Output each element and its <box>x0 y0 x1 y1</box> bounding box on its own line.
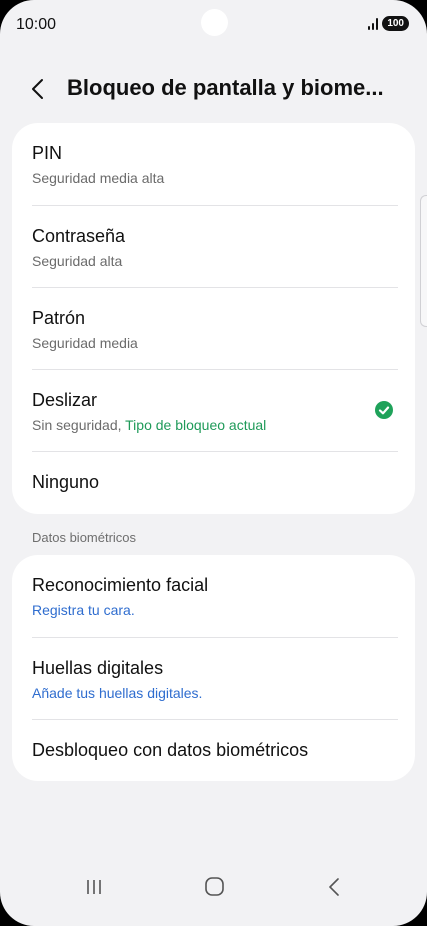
status-icons: 100 <box>368 16 409 31</box>
lock-option-pattern[interactable]: Patrón Seguridad media <box>12 288 415 369</box>
front-camera <box>201 9 228 36</box>
lock-option-title: PIN <box>32 143 63 163</box>
lock-option-title: Contraseña <box>32 226 126 246</box>
face-recognition-item[interactable]: Reconocimiento facial Registra tu cara. <box>12 555 415 637</box>
lock-option-title: Patrón <box>32 308 86 328</box>
lock-option-security-level: Sin seguridad, <box>32 417 126 433</box>
lock-type-card: PIN Seguridad media alta Contraseña Segu… <box>12 123 415 514</box>
lock-option-subtitle: Seguridad alta <box>32 253 123 269</box>
recents-icon <box>87 880 101 894</box>
current-lock-type-label: Tipo de bloqueo actual <box>125 417 267 433</box>
biometric-subtitle: Registra tu cara. <box>32 602 135 618</box>
biometric-subtitle: Añade tus huellas digitales. <box>32 685 203 701</box>
lock-option-subtitle: Seguridad media alta <box>32 170 165 186</box>
page-title: Bloqueo de pantalla y biome... <box>67 75 384 100</box>
biometric-title: Desbloqueo con datos biométricos <box>32 740 309 760</box>
biometrics-section-title: Datos biométricos <box>32 530 137 545</box>
lock-option-swipe[interactable]: Deslizar Sin seguridad, Tipo de bloqueo … <box>12 370 415 451</box>
phone-screen: 10:00 100 Bloqueo de pantalla y biome...… <box>0 0 427 926</box>
status-bar: 10:00 100 <box>0 0 427 52</box>
navigation-bar <box>0 850 427 926</box>
home-icon <box>205 877 224 896</box>
battery-icon: 100 <box>382 16 409 31</box>
chevron-left-icon <box>32 79 43 99</box>
status-time: 10:00 <box>16 16 57 33</box>
scroll-indicator[interactable] <box>420 195 427 327</box>
signal-icon <box>368 17 379 30</box>
home-button[interactable] <box>194 872 234 902</box>
back-icon <box>329 878 339 896</box>
lock-option-title: Deslizar <box>32 390 98 410</box>
lock-option-none[interactable]: Ninguno <box>12 452 415 514</box>
lock-option-password[interactable]: Contraseña Seguridad alta <box>12 206 415 287</box>
back-button[interactable] <box>26 76 52 102</box>
system-back-button[interactable] <box>314 872 354 902</box>
lock-option-pin[interactable]: PIN Seguridad media alta <box>12 123 415 205</box>
biometrics-card: Reconocimiento facial Registra tu cara. … <box>12 555 415 781</box>
lock-option-subtitle: Sin seguridad, Tipo de bloqueo actual <box>32 417 266 433</box>
lock-option-subtitle: Seguridad media <box>32 335 138 351</box>
biometric-title: Huellas digitales <box>32 658 164 678</box>
fingerprints-item[interactable]: Huellas digitales Añade tus huellas digi… <box>12 638 415 719</box>
biometric-unlock-item[interactable]: Desbloqueo con datos biométricos <box>12 720 415 781</box>
biometric-title: Reconocimiento facial <box>32 575 209 595</box>
check-circle-icon <box>375 401 393 419</box>
app-header: Bloqueo de pantalla y biome... <box>0 70 427 110</box>
recents-button[interactable] <box>74 872 114 902</box>
lock-option-title: Ninguno <box>32 472 100 492</box>
